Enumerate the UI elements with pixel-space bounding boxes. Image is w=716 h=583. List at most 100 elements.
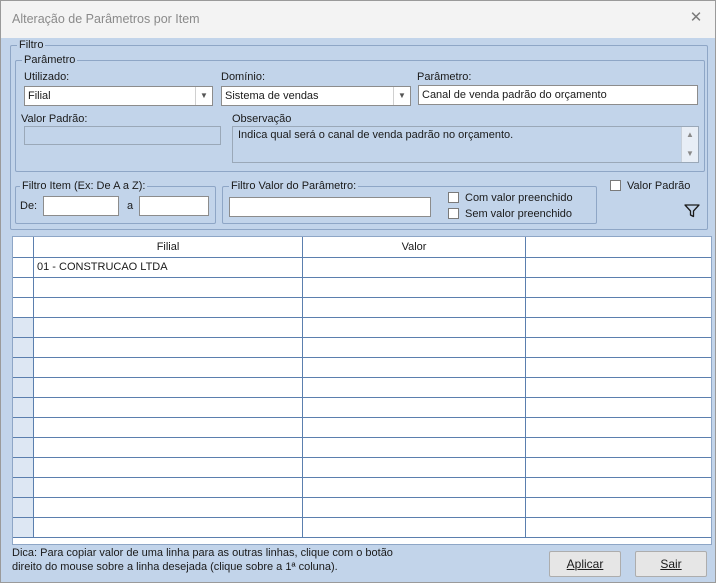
table-row[interactable]	[13, 418, 711, 438]
row-selector[interactable]	[13, 458, 34, 477]
observacao-value: Indica qual será o canal de venda padrão…	[238, 129, 514, 141]
table-cell[interactable]	[526, 378, 711, 397]
column-header-extra[interactable]	[526, 237, 711, 257]
table-cell[interactable]	[526, 398, 711, 417]
scroll-down-icon[interactable]: ▼	[682, 146, 698, 162]
row-selector[interactable]	[13, 318, 34, 337]
parametro-input[interactable]: Canal de venda padrão do orçamento	[418, 85, 698, 105]
table-row[interactable]	[13, 298, 711, 318]
table-row[interactable]	[13, 478, 711, 498]
row-selector[interactable]	[13, 298, 34, 317]
table-row[interactable]	[13, 338, 711, 358]
table-cell[interactable]	[34, 318, 303, 337]
table-cell[interactable]	[303, 378, 526, 397]
table-row[interactable]: 01 - CONSTRUCAO LTDA	[13, 258, 711, 278]
a-input[interactable]	[139, 196, 209, 216]
filtro-valor-legend: Filtro Valor do Parâmetro:	[229, 180, 359, 192]
table-cell[interactable]	[526, 458, 711, 477]
table-cell[interactable]	[526, 338, 711, 357]
apply-button[interactable]: Aplicar	[549, 551, 621, 577]
table-row[interactable]	[13, 378, 711, 398]
table-cell[interactable]	[34, 358, 303, 377]
table-cell[interactable]	[34, 338, 303, 357]
table-row[interactable]	[13, 498, 711, 518]
row-selector[interactable]	[13, 518, 34, 537]
row-selector[interactable]	[13, 438, 34, 457]
chevron-down-icon[interactable]: ▼	[393, 87, 410, 105]
table-cell[interactable]	[526, 278, 711, 297]
table-cell[interactable]	[303, 458, 526, 477]
table-cell[interactable]	[303, 498, 526, 517]
table-cell[interactable]	[303, 478, 526, 497]
table-cell[interactable]	[303, 398, 526, 417]
table-cell[interactable]	[526, 518, 711, 537]
table-cell[interactable]	[34, 278, 303, 297]
table-row[interactable]	[13, 398, 711, 418]
exit-button[interactable]: Sair	[635, 551, 707, 577]
table-cell[interactable]	[303, 318, 526, 337]
dominio-select[interactable]: Sistema de vendas ▼	[221, 86, 411, 106]
observacao-label: Observação	[232, 113, 292, 125]
de-input[interactable]	[43, 196, 119, 216]
table-cell[interactable]	[526, 418, 711, 437]
table-row[interactable]	[13, 518, 711, 538]
utilizado-select[interactable]: Filial ▼	[24, 86, 213, 106]
table-cell[interactable]	[526, 478, 711, 497]
filtro-valor-input[interactable]	[229, 197, 431, 217]
sem-valor-label[interactable]: Sem valor preenchido	[465, 208, 572, 220]
table-row[interactable]	[13, 318, 711, 338]
table-cell[interactable]	[34, 418, 303, 437]
row-selector[interactable]	[13, 378, 34, 397]
observacao-memo: Indica qual será o canal de venda padrão…	[232, 126, 699, 163]
table-row[interactable]	[13, 458, 711, 478]
table-cell[interactable]	[303, 438, 526, 457]
table-cell[interactable]	[34, 458, 303, 477]
table-cell[interactable]	[303, 338, 526, 357]
table-cell[interactable]: 01 - CONSTRUCAO LTDA	[34, 258, 303, 277]
row-selector[interactable]	[13, 258, 34, 277]
table-cell[interactable]	[34, 398, 303, 417]
table-cell[interactable]	[526, 318, 711, 337]
table-cell[interactable]	[303, 418, 526, 437]
utilizado-value: Filial	[28, 90, 51, 102]
scroll-up-icon[interactable]: ▲	[682, 127, 698, 143]
table-cell[interactable]	[34, 438, 303, 457]
column-header-filial[interactable]: Filial	[34, 237, 303, 257]
table-cell[interactable]	[303, 358, 526, 377]
parameters-grid[interactable]: Filial Valor 01 - CONSTRUCAO LTDA	[12, 236, 712, 545]
table-cell[interactable]	[526, 258, 711, 277]
row-selector[interactable]	[13, 358, 34, 377]
table-cell[interactable]	[34, 478, 303, 497]
table-cell[interactable]	[303, 278, 526, 297]
valor-padrao-check-label[interactable]: Valor Padrão	[627, 180, 690, 192]
row-selector[interactable]	[13, 478, 34, 497]
close-icon[interactable]: ✕	[687, 9, 705, 27]
table-cell[interactable]	[34, 298, 303, 317]
sem-valor-checkbox[interactable]	[448, 208, 459, 219]
observacao-scrollbar[interactable]: ▲ ▼	[681, 127, 698, 162]
valor-padrao-checkbox[interactable]	[610, 180, 621, 191]
table-cell[interactable]	[34, 378, 303, 397]
table-cell[interactable]	[34, 498, 303, 517]
table-row[interactable]	[13, 278, 711, 298]
com-valor-checkbox[interactable]	[448, 192, 459, 203]
column-header-valor[interactable]: Valor	[303, 237, 526, 257]
table-cell[interactable]	[526, 298, 711, 317]
table-row[interactable]	[13, 358, 711, 378]
row-selector[interactable]	[13, 398, 34, 417]
row-selector[interactable]	[13, 338, 34, 357]
row-selector[interactable]	[13, 278, 34, 297]
table-cell[interactable]	[303, 258, 526, 277]
table-cell[interactable]	[526, 358, 711, 377]
table-cell[interactable]	[526, 498, 711, 517]
funnel-icon[interactable]	[684, 204, 700, 218]
table-row[interactable]	[13, 438, 711, 458]
row-selector[interactable]	[13, 498, 34, 517]
table-cell[interactable]	[303, 518, 526, 537]
chevron-down-icon[interactable]: ▼	[195, 87, 212, 105]
table-cell[interactable]	[526, 438, 711, 457]
table-cell[interactable]	[34, 518, 303, 537]
com-valor-label[interactable]: Com valor preenchido	[465, 192, 573, 204]
row-selector[interactable]	[13, 418, 34, 437]
table-cell[interactable]	[303, 298, 526, 317]
